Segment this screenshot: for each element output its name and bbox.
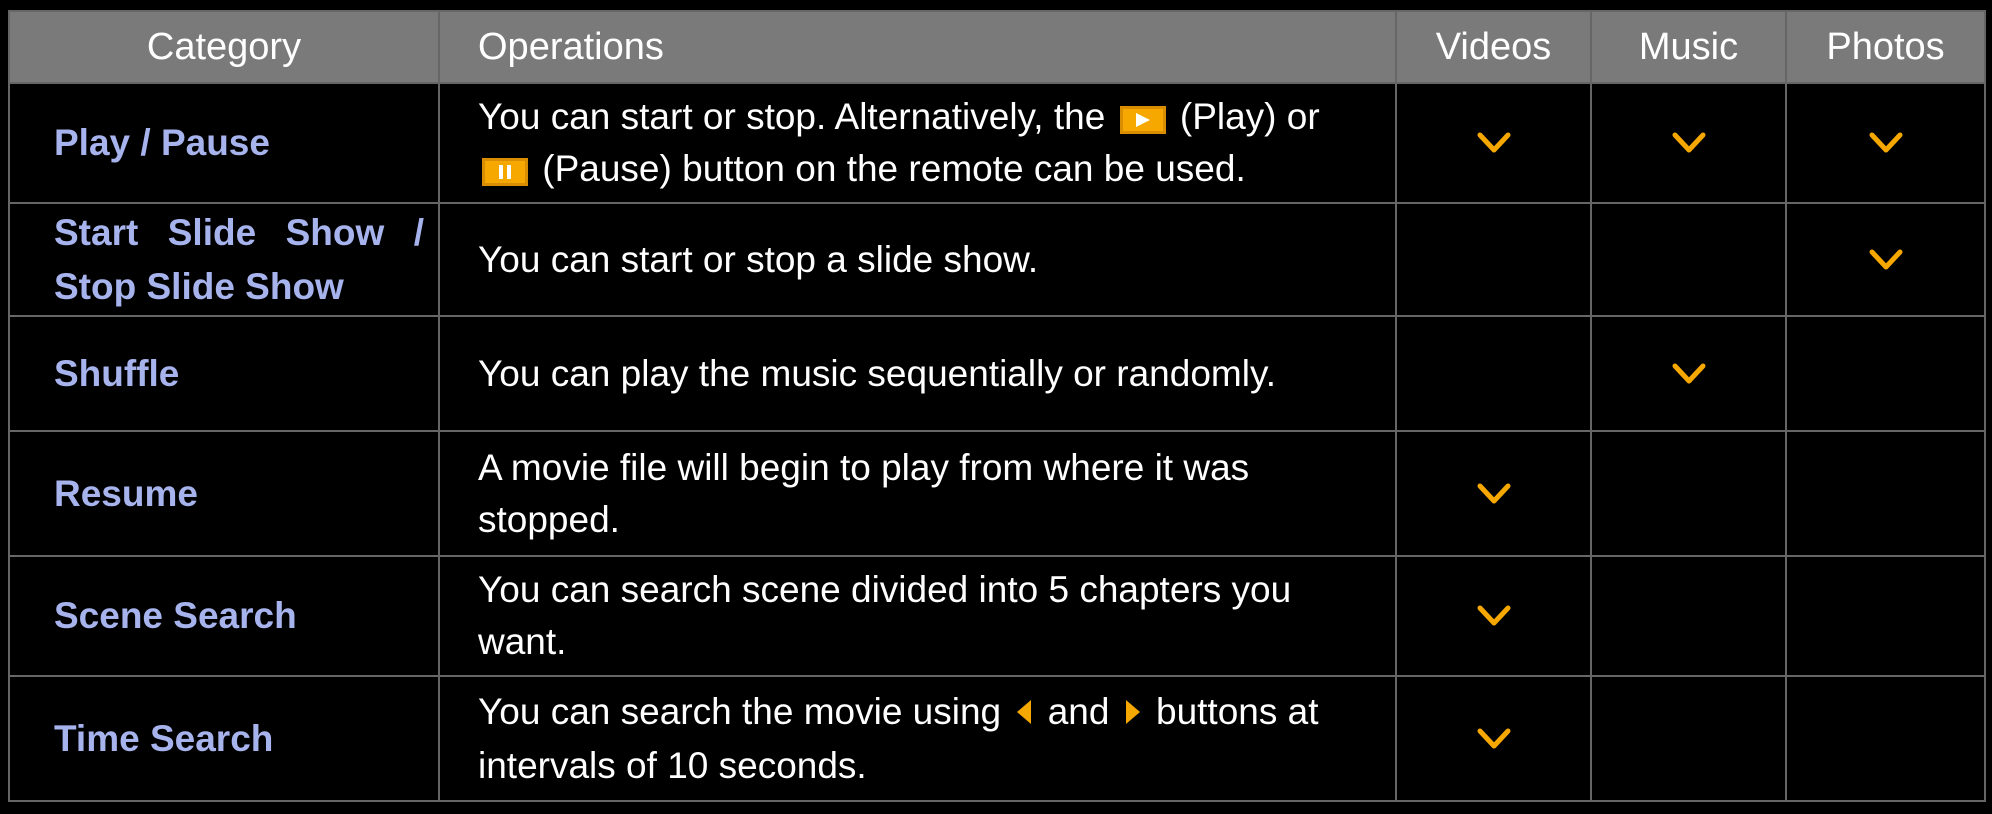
videos-cell — [1395, 82, 1592, 204]
operations-cell: A movie file will begin to play from whe… — [438, 430, 1397, 557]
check-icon — [1477, 483, 1511, 503]
table-row: Scene Search You can search scene divide… — [8, 555, 1986, 677]
category-cell: Resume — [8, 430, 440, 557]
music-cell — [1590, 675, 1787, 802]
check-icon — [1672, 132, 1706, 153]
category-cell: Time Search — [8, 675, 440, 802]
check-icon — [1477, 132, 1511, 153]
music-cell — [1590, 430, 1787, 557]
header-videos: Videos — [1395, 10, 1592, 84]
table-row: Resume A movie file will begin to play f… — [8, 430, 1986, 557]
photos-cell — [1785, 315, 1986, 432]
videos-cell — [1395, 675, 1592, 802]
operations-text: (Play) or — [1179, 96, 1320, 137]
header-operations: Operations — [438, 10, 1397, 84]
check-icon — [1869, 249, 1903, 269]
category-cell: Scene Search — [8, 555, 440, 677]
photos-cell — [1785, 675, 1986, 802]
videos-cell — [1395, 202, 1592, 317]
header-photos: Photos — [1785, 10, 1986, 84]
operations-text: You can start or stop. Alternatively, th… — [478, 96, 1106, 137]
category-cell: Start Slide Show / Stop Slide Show — [8, 202, 440, 317]
operations-text: and — [1047, 690, 1110, 732]
function-table-container: Category Operations Videos Music Photos … — [8, 10, 1986, 802]
table-row: Time Search You can search the movie usi… — [8, 675, 1986, 802]
photos-cell — [1785, 430, 1986, 557]
header-music: Music — [1590, 10, 1787, 84]
category-cell: Play / Pause — [8, 82, 440, 204]
left-arrow-icon — [1015, 688, 1033, 740]
music-cell — [1590, 202, 1787, 317]
photos-cell — [1785, 555, 1986, 677]
check-icon — [1672, 363, 1706, 383]
header-category: Category — [8, 10, 440, 84]
check-icon — [1477, 605, 1511, 626]
photos-cell — [1785, 82, 1986, 204]
operations-text: You can search the movie using — [478, 690, 1002, 732]
videos-cell — [1395, 430, 1592, 557]
play-key-icon — [1119, 106, 1166, 134]
function-table: Category Operations Videos Music Photos … — [8, 10, 1986, 802]
photos-cell — [1785, 202, 1986, 317]
right-arrow-icon — [1124, 688, 1142, 740]
operations-cell: You can start or stop. Alternatively, th… — [438, 82, 1397, 204]
operations-cell: You can search scene divided into 5 chap… — [438, 555, 1397, 677]
table-row: Start Slide Show / Stop Slide Show You c… — [8, 202, 1986, 317]
music-cell — [1590, 315, 1787, 432]
videos-cell — [1395, 555, 1592, 677]
check-icon — [1869, 132, 1903, 153]
operations-cell: You can play the music sequentially or r… — [438, 315, 1397, 432]
header-row: Category Operations Videos Music Photos — [8, 10, 1986, 84]
table-row: Play / Pause You can start or stop. Alte… — [8, 82, 1986, 204]
operations-text: (Pause) button on the remote can be used… — [542, 148, 1246, 189]
music-cell — [1590, 555, 1787, 677]
videos-cell — [1395, 315, 1592, 432]
category-cell: Shuffle — [8, 315, 440, 432]
check-icon — [1477, 728, 1511, 748]
operations-cell: You can search the movie using and butto… — [438, 675, 1397, 802]
pause-key-icon — [482, 158, 528, 186]
operations-cell: You can start or stop a slide show. — [438, 202, 1397, 317]
music-cell — [1590, 82, 1787, 204]
table-row: Shuffle You can play the music sequentia… — [8, 315, 1986, 432]
